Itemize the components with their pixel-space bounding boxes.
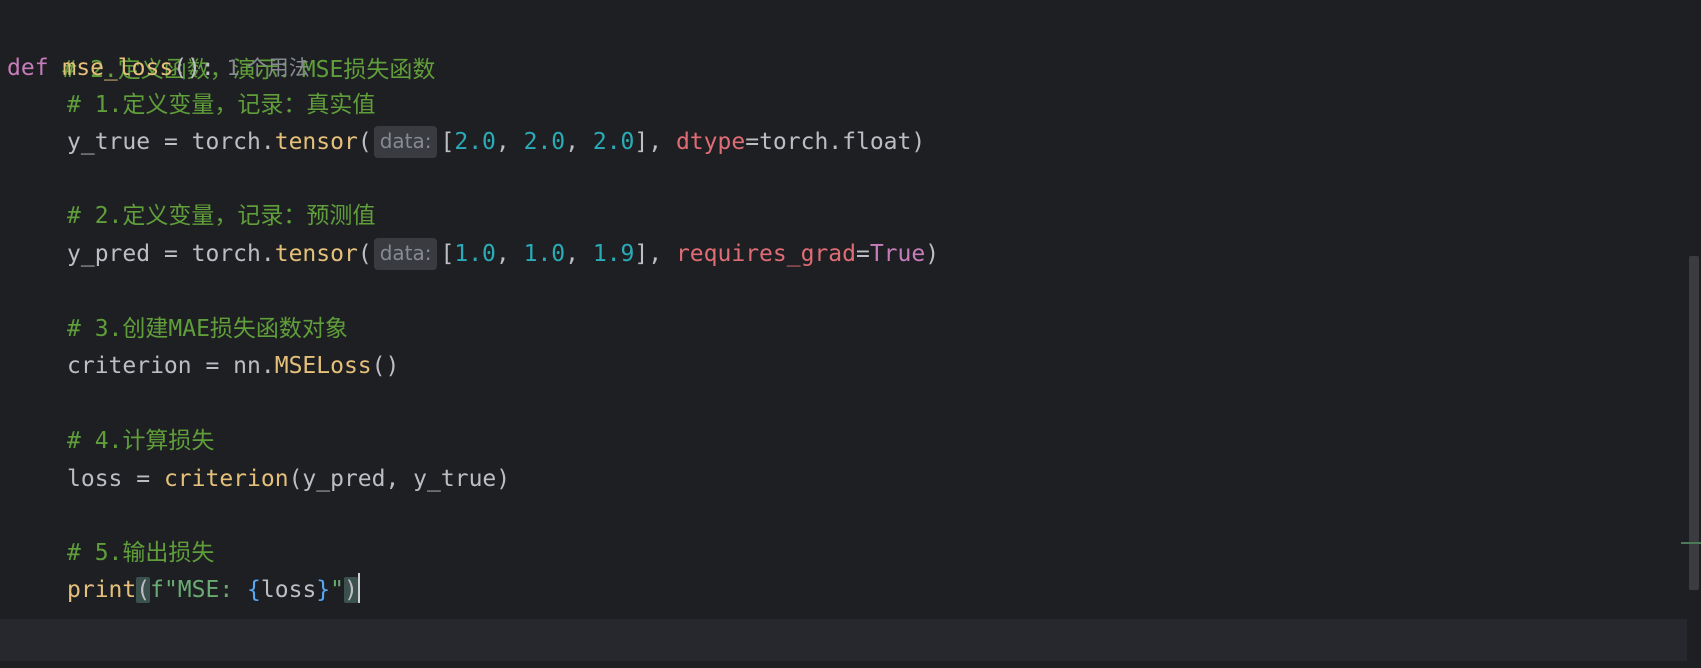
function-call: criterion xyxy=(163,466,289,492)
variable-name: criterion xyxy=(67,353,192,379)
module-ref: nn. xyxy=(233,353,275,379)
code-line[interactable]: y_true = torch.tensor(data: [2.0, 2.0, 2.… xyxy=(7,122,1671,162)
function-call: print xyxy=(67,577,137,603)
function-call: MSELoss xyxy=(274,353,372,379)
code-line[interactable]: criterion = nn.MSELoss() xyxy=(7,346,1671,386)
text-caret xyxy=(357,573,360,603)
function-signature: (): xyxy=(173,55,215,81)
code-line[interactable]: # 4.计算损失 xyxy=(7,421,1671,461)
keyword-value: torch.float xyxy=(759,129,912,155)
variable-name: y_true xyxy=(67,129,151,155)
paren-open: ( xyxy=(357,129,372,155)
fstring-expression: loss xyxy=(260,577,317,603)
code-line-current[interactable]: print(f"MSE: {loss}") xyxy=(7,570,1671,610)
keyword-def: def xyxy=(7,55,49,81)
scrollbar-thumb[interactable] xyxy=(1689,256,1699,590)
code-line[interactable]: # 1.定义变量，记录：真实值 xyxy=(7,85,1671,125)
number-literal: 2.0 xyxy=(454,129,496,155)
code-line[interactable]: # 3.创建MAE损失函数对象 xyxy=(7,309,1671,349)
variable-name: y_pred xyxy=(67,241,151,267)
fstring-brace-open: { xyxy=(247,577,261,603)
fstring-literal: f"MSE: xyxy=(150,577,248,603)
number-literal: 2.0 xyxy=(592,129,635,155)
number-literal: 1.0 xyxy=(454,241,496,267)
code-line[interactable]: # 2.定义变量，记录：预测值 xyxy=(7,196,1671,236)
gutter xyxy=(0,0,4,668)
assign-op: = xyxy=(191,353,234,379)
fstring-brace-close: } xyxy=(316,577,331,603)
bracket-close: ] xyxy=(634,241,649,267)
parameter-hint: data: xyxy=(373,238,438,270)
function-name: mse_loss xyxy=(62,55,174,81)
assign-op: = xyxy=(150,241,192,267)
paren-close: ) xyxy=(911,129,926,155)
paren-close: ) xyxy=(925,241,940,267)
code-comment: # 2.定义变量，记录：预测值 xyxy=(67,203,376,229)
function-call: tensor xyxy=(274,241,358,267)
paren-open: ( xyxy=(357,241,372,267)
number-literal: 1.9 xyxy=(592,241,635,267)
assign-op: = xyxy=(122,466,164,492)
keyword-argument: dtype xyxy=(675,129,746,155)
code-line[interactable]: y_pred = torch.tensor(data: [1.0, 1.0, 1.… xyxy=(7,234,1671,274)
keyword-argument: requires_grad xyxy=(675,241,856,267)
call-args: (y_pred, y_true) xyxy=(288,466,511,492)
code-line[interactable]: # 5.输出损失 xyxy=(7,533,1671,573)
code-comment: # 4.计算损失 xyxy=(67,428,215,454)
usage-hint[interactable]: 1 个用法 xyxy=(227,56,310,80)
scroll-marker xyxy=(1681,542,1701,544)
code-comment: # 5.输出损失 xyxy=(67,540,215,566)
module-ref: torch. xyxy=(191,241,275,267)
code-line[interactable]: loss = criterion(y_pred, y_true) xyxy=(7,459,1671,499)
module-ref: torch. xyxy=(191,129,275,155)
code-comment: # 1.定义变量，记录：真实值 xyxy=(67,92,376,118)
paren-open-matched: ( xyxy=(136,577,151,603)
code-line[interactable]: # 2.定义函数，演示：MSE损失函数 xyxy=(7,10,1671,83)
number-literal: 1.0 xyxy=(523,241,566,267)
bracket-close: ] xyxy=(634,129,649,155)
paren-close-matched: ) xyxy=(344,577,358,603)
parameter-hint: data: xyxy=(373,126,438,158)
code-editor[interactable]: # 2.定义函数，演示：MSE损失函数 def mse_loss(): 1 个用法… xyxy=(0,0,1701,668)
function-call: tensor xyxy=(274,129,358,155)
number-literal: 2.0 xyxy=(523,129,566,155)
assign-op: = xyxy=(150,129,192,155)
current-line-highlight xyxy=(0,619,1687,661)
bracket-open: [ xyxy=(440,241,455,267)
variable-name: loss xyxy=(67,466,123,492)
code-comment: # 3.创建MAE损失函数对象 xyxy=(67,316,348,342)
fstring-quote: " xyxy=(330,577,345,603)
bracket-open: [ xyxy=(440,129,455,155)
keyword-value: True xyxy=(869,241,926,267)
code-line[interactable]: def mse_loss(): 1 个用法 xyxy=(7,48,1671,88)
call-args: () xyxy=(371,353,400,379)
vertical-scrollbar[interactable] xyxy=(1687,0,1701,668)
